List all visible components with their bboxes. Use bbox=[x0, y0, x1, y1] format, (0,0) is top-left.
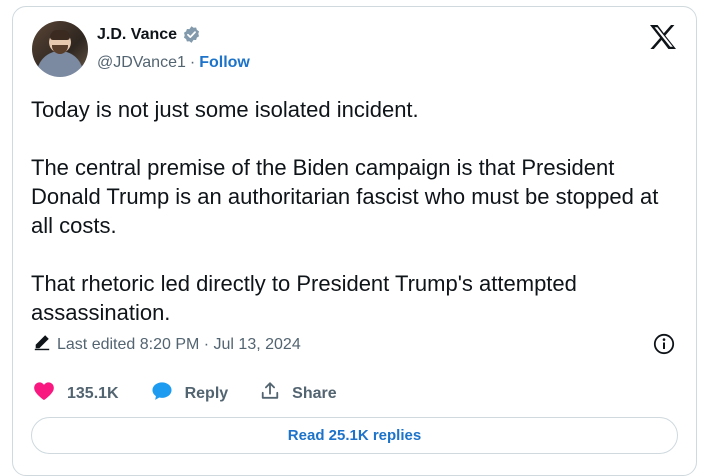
tweet-text: Today is not just some isolated incident… bbox=[31, 95, 681, 327]
avatar-beard bbox=[52, 45, 68, 54]
info-icon[interactable] bbox=[653, 333, 675, 355]
tweet-actions: 135.1K Reply Share bbox=[33, 381, 337, 406]
author-display-name[interactable]: J.D. Vance bbox=[97, 26, 177, 44]
share-upload-icon bbox=[260, 381, 280, 406]
avatar[interactable] bbox=[32, 21, 88, 77]
author-handle[interactable]: @JDVance1 bbox=[97, 54, 186, 72]
verified-badge-icon bbox=[182, 25, 201, 44]
x-logo-icon[interactable] bbox=[649, 24, 677, 50]
read-replies-button[interactable]: Read 25.1K replies bbox=[31, 417, 678, 454]
tweet-paragraph: The central premise of the Biden campaig… bbox=[31, 155, 659, 238]
avatar-hair bbox=[50, 30, 70, 40]
share-label: Share bbox=[292, 384, 337, 402]
edited-timestamp: Last edited 8:20 PM · Jul 13, 2024 bbox=[57, 335, 301, 353]
pencil-icon bbox=[33, 333, 51, 356]
tweet-paragraph: That rhetoric led directly to President … bbox=[31, 271, 577, 325]
reply-button[interactable]: Reply bbox=[151, 381, 229, 406]
follow-button[interactable]: Follow bbox=[199, 54, 250, 72]
author-handle-row: @JDVance1 · Follow bbox=[97, 54, 250, 72]
reply-label: Reply bbox=[184, 384, 229, 402]
tweet-card: J.D. Vance @JDVance1 · Follow Today is n… bbox=[12, 6, 697, 476]
tweet-paragraph: Today is not just some isolated incident… bbox=[31, 97, 419, 122]
separator-dot: · bbox=[189, 54, 196, 71]
like-button[interactable]: 135.1K bbox=[33, 381, 119, 406]
author-name-row: J.D. Vance bbox=[97, 25, 201, 44]
speech-bubble-icon bbox=[151, 381, 173, 406]
like-count: 135.1K bbox=[67, 384, 119, 402]
heart-icon bbox=[33, 381, 55, 406]
edited-timestamp-row[interactable]: Last edited 8:20 PM · Jul 13, 2024 bbox=[33, 333, 301, 356]
share-button[interactable]: Share bbox=[260, 381, 337, 406]
